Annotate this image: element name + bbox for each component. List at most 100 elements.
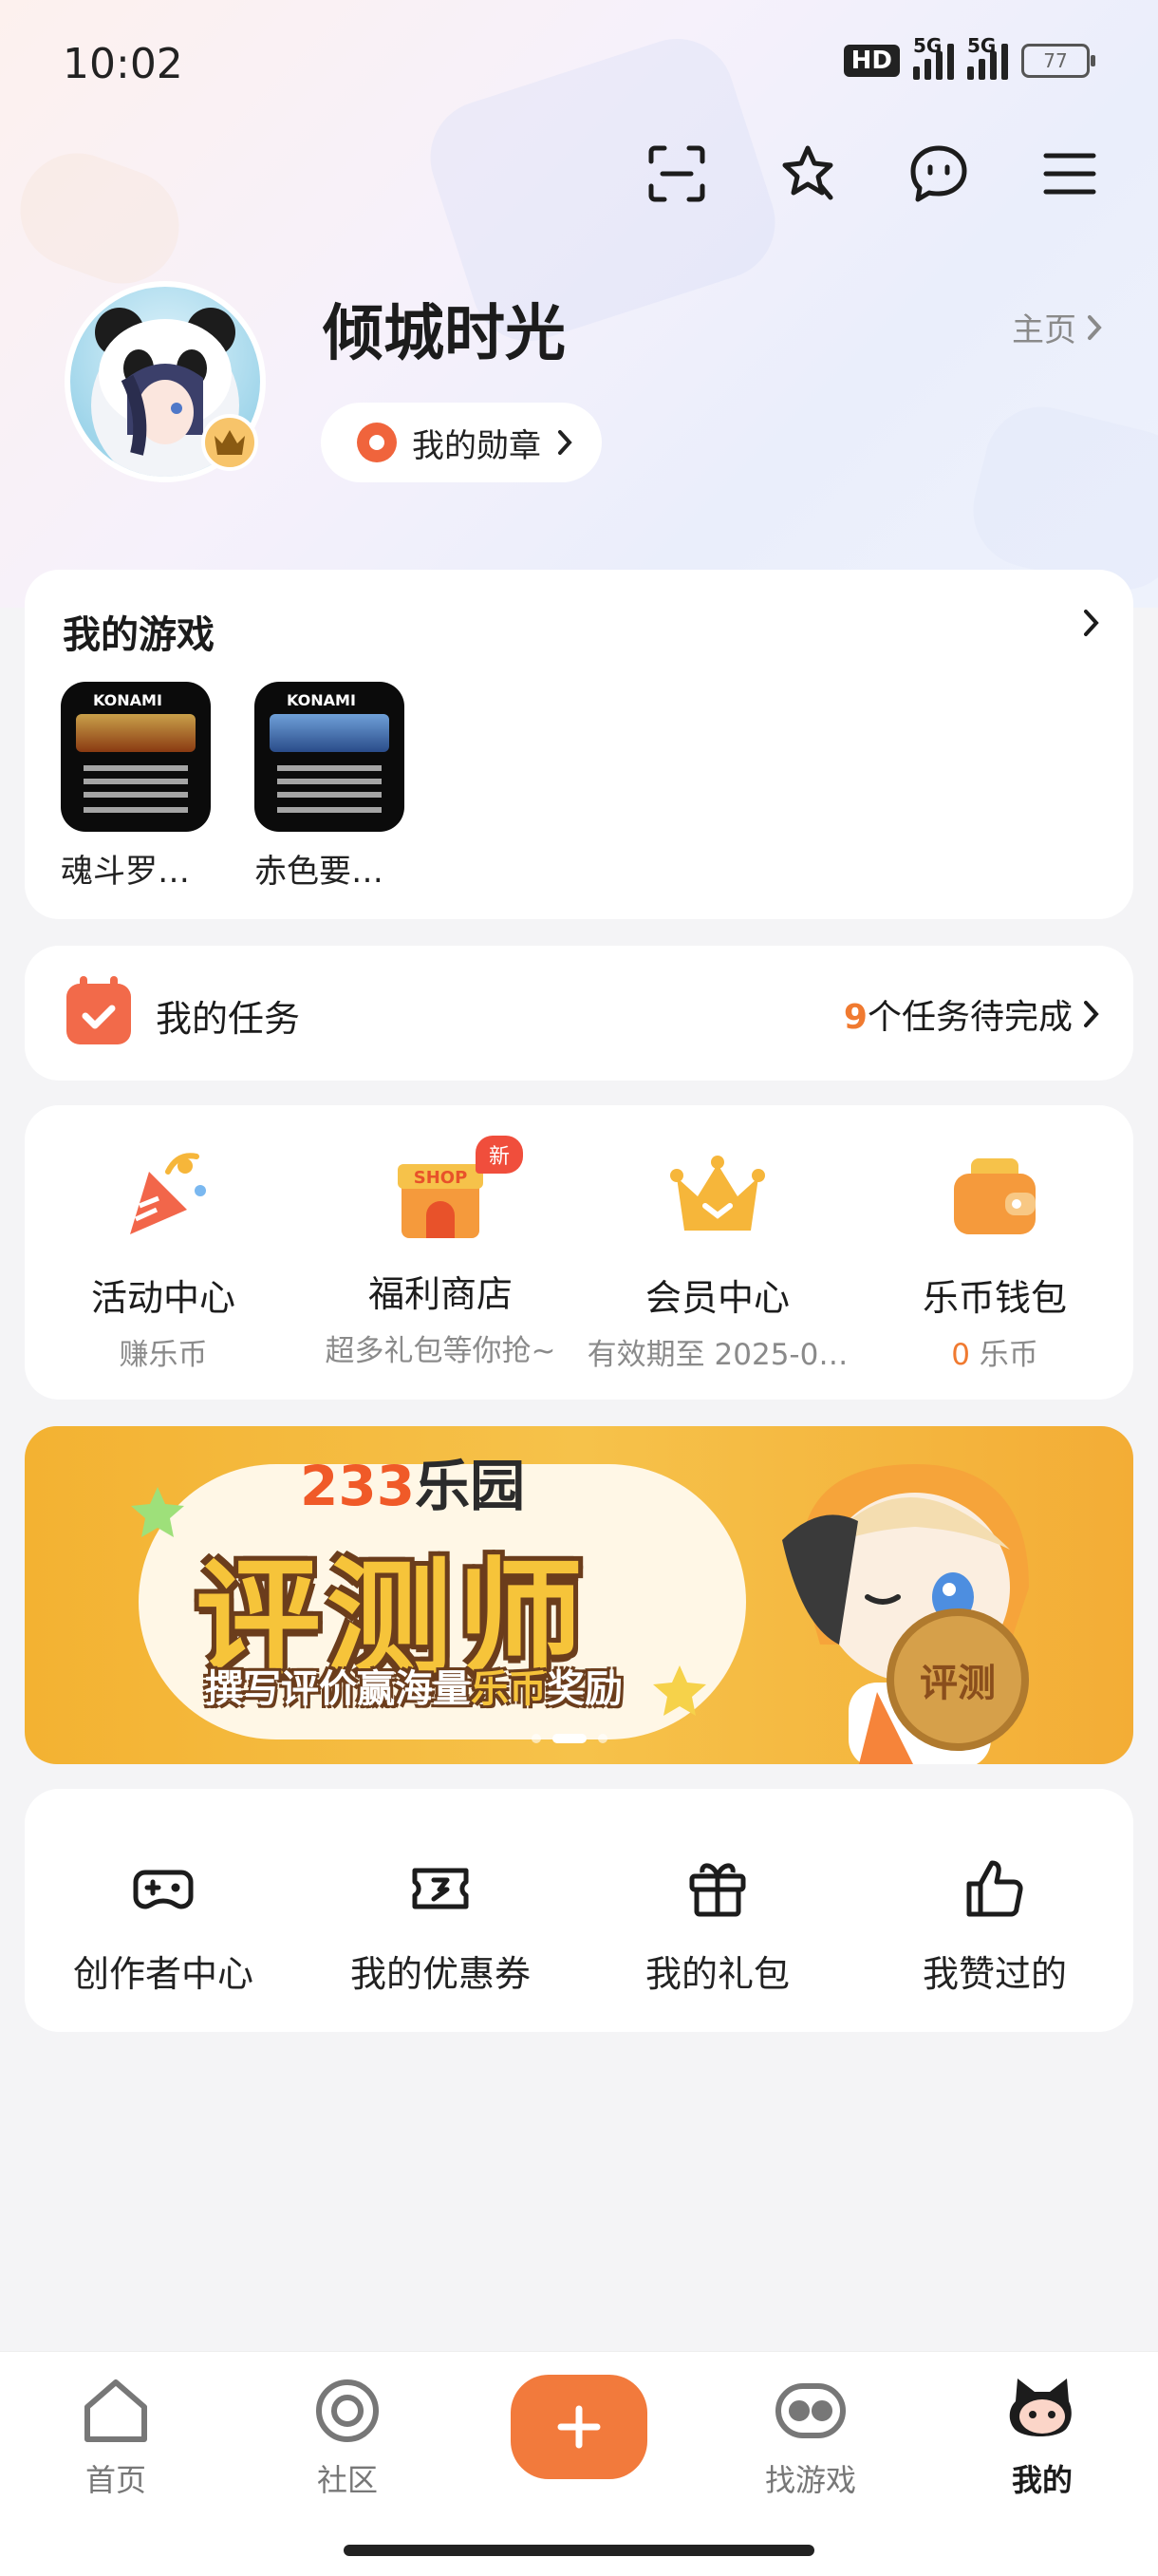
promo-banner[interactable]: 233乐园 评测师 撰写评价赢海量乐币奖励 评测: [25, 1426, 1133, 1764]
banner-subline: 撰写评价赢海量乐币奖励: [205, 1667, 623, 1711]
game-logo: [270, 714, 389, 752]
my-games-title: 我的游戏: [63, 613, 215, 657]
chevron-right-icon: [558, 430, 572, 455]
coin-wallet[interactable]: 乐币钱包 0 乐币: [856, 1143, 1133, 1373]
medal-label: 我的勋章: [412, 426, 541, 465]
member-center[interactable]: 会员中心 有效期至 2025-0…: [579, 1143, 856, 1373]
home-icon: [84, 2379, 147, 2442]
signal-icon: 5G: [913, 34, 954, 80]
medal-icon: [357, 423, 397, 462]
new-badge: 新: [476, 1136, 524, 1174]
message-icon[interactable]: [907, 142, 970, 205]
game-thumbnail: KONAMI: [254, 682, 404, 832]
tasks-suffix: 个任务待完成: [867, 998, 1073, 1037]
tools-card: 创作者中心 我的优惠券 我的礼包 我赞过的: [25, 1789, 1133, 2032]
service-name: 乐币钱包: [922, 1277, 1067, 1319]
tab-label: 我的: [1011, 2462, 1073, 2498]
banner-brand: 233乐园: [300, 1454, 526, 1518]
tool-name: 我赞过的: [922, 1953, 1067, 1995]
plus-icon: [557, 2405, 601, 2449]
calendar-check-icon: [66, 976, 131, 1044]
party-popper-icon: [130, 1153, 206, 1234]
tab-label: 社区: [316, 2462, 378, 2498]
game-tile[interactable]: KONAMI 魂斗罗…: [61, 682, 211, 892]
game-name: 赤色要…: [254, 853, 383, 891]
game-screen-text: [84, 765, 188, 771]
wallet-icon: [954, 1158, 1036, 1234]
chevron-right-icon[interactable]: [1082, 608, 1101, 638]
carousel-dot: [598, 1734, 607, 1743]
tab-community[interactable]: 社区: [271, 2373, 423, 2500]
activity-center[interactable]: 活动中心 赚乐币: [25, 1143, 302, 1373]
carousel-indicator: [532, 1734, 607, 1743]
my-liked[interactable]: 我赞过的: [856, 1855, 1133, 1997]
coin-unit: 乐币: [979, 1338, 1038, 1372]
coin-balance: 0: [951, 1338, 970, 1372]
shop-sign: SHOP: [414, 1168, 468, 1188]
carousel-dot: [532, 1734, 541, 1743]
publisher-logo: KONAMI: [93, 691, 162, 709]
service-name: 活动中心: [90, 1277, 235, 1319]
homepage-label: 主页: [1012, 311, 1076, 349]
status-bar: 10:02 HD 5G 5G 77: [0, 0, 1158, 133]
services-card: 活动中心 赚乐币 SHOP 新 福利商店 超多礼包等你抢~ 会员中心 有效期至 …: [25, 1105, 1133, 1400]
scan-icon[interactable]: [645, 142, 708, 205]
tab-mine[interactable]: 我的: [966, 2373, 1118, 2500]
tool-name: 我的礼包: [644, 1953, 790, 1995]
game-tile[interactable]: KONAMI 赤色要…: [254, 682, 404, 892]
menu-icon[interactable]: [1038, 142, 1101, 205]
chevron-right-icon: [1084, 1001, 1099, 1027]
hd-badge: HD: [843, 45, 900, 77]
status-indicators: HD 5G 5G 77: [843, 34, 1095, 80]
my-tasks-row[interactable]: 我的任务 9个任务待完成: [25, 946, 1133, 1081]
tasks-pending: 9个任务待完成: [844, 989, 1101, 1039]
homepage-link[interactable]: 主页: [1012, 304, 1103, 350]
tasks-count: 9: [843, 998, 868, 1037]
gamepad-decoration: [4, 137, 196, 300]
home-indicator: [344, 2545, 814, 2556]
service-name: 会员中心: [644, 1277, 790, 1319]
service-subtitle: 0 乐币: [856, 1330, 1133, 1373]
my-medals-button[interactable]: 我的勋章: [321, 403, 602, 482]
shop-icon: SHOP 新: [388, 1136, 524, 1248]
community-icon: [316, 2379, 379, 2442]
ticket-icon: [412, 1868, 469, 1909]
crown-icon: [670, 1156, 765, 1231]
signal-icon: 5G: [967, 34, 1008, 80]
star-sparkle-icon[interactable]: [776, 142, 839, 205]
username: 倾城时光: [323, 299, 566, 369]
welfare-shop[interactable]: SHOP 新 福利商店 超多礼包等你抢~: [302, 1136, 579, 1369]
my-tasks-label: 我的任务: [156, 998, 301, 1040]
gamepad-plus-icon: [133, 1870, 194, 1909]
tab-label: 首页: [84, 2462, 146, 2498]
publish-plus-button[interactable]: [511, 2375, 647, 2479]
tab-home[interactable]: 首页: [40, 2373, 192, 2500]
gift-icon: [689, 1863, 746, 1917]
service-name: 福利商店: [367, 1273, 513, 1315]
bottom-tab-bar: 首页 社区 找游戏 我的: [0, 2351, 1158, 2576]
chevron-right-icon: [1088, 314, 1102, 340]
tab-label: 找游戏: [764, 2462, 856, 2498]
service-subtitle: 有效期至 2025-0…: [587, 1338, 849, 1372]
tool-name: 创作者中心: [72, 1953, 253, 1995]
game-logo: [76, 714, 196, 752]
game-screen-text: [277, 765, 382, 771]
mine-icon: [1009, 2379, 1072, 2436]
my-games-card: 我的游戏 KONAMI 魂斗罗… KONAMI 赤色要…: [25, 570, 1133, 919]
crown-icon: [215, 430, 245, 455]
vip-crown-badge: [201, 414, 258, 471]
game-thumbnail: KONAMI: [61, 682, 211, 832]
battery-icon: 77: [1021, 44, 1095, 78]
creator-center[interactable]: 创作者中心: [25, 1855, 302, 1997]
service-subtitle: 赚乐币: [119, 1338, 208, 1372]
carousel-dot-active: [552, 1734, 587, 1743]
service-subtitle: 超多礼包等你抢~: [325, 1334, 556, 1368]
tool-name: 我的优惠券: [349, 1953, 531, 1995]
tab-find-game[interactable]: 找游戏: [735, 2373, 887, 2500]
my-gift-packs[interactable]: 我的礼包: [579, 1855, 856, 1997]
my-coupons[interactable]: 我的优惠券: [302, 1855, 579, 1997]
top-toolbar: [645, 142, 1101, 205]
review-coin: 评测: [887, 1608, 1029, 1751]
thumbs-up-icon: [966, 1860, 1023, 1917]
publisher-logo: KONAMI: [287, 691, 356, 709]
